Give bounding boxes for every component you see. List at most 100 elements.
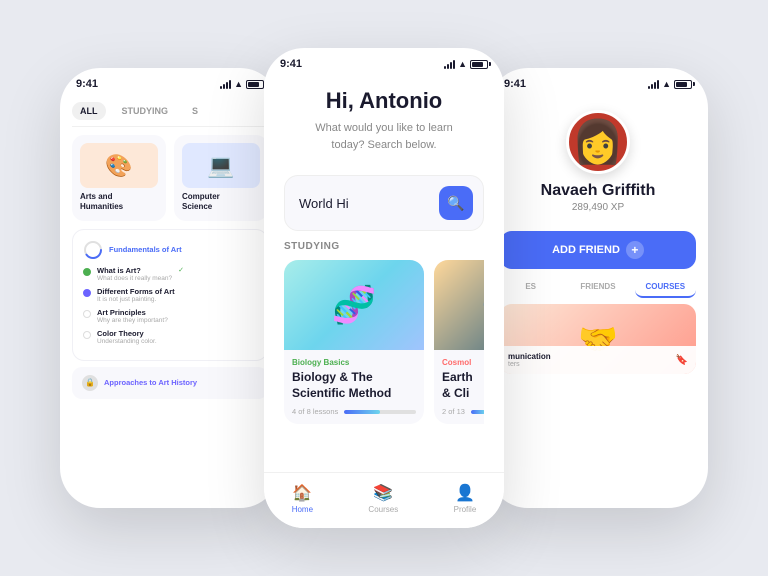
course-thumbnail[interactable]: 🤝 munication ters 🔖 <box>500 304 696 374</box>
profile-section: 👩 Navaeh Griffith 289,490 XP <box>500 94 696 223</box>
lesson-sub-1: What does it really mean? <box>97 275 172 282</box>
search-input[interactable]: World Hi <box>299 196 439 211</box>
greeting-section: Hi, Antonio What would you like to learn… <box>284 74 484 165</box>
signal-icon-right <box>648 80 659 89</box>
courses-label: Courses <box>368 505 398 514</box>
course-card-cs[interactable]: 💻 ComputerScience <box>174 135 268 221</box>
lesson-sub-3: Why are they important? <box>97 317 168 324</box>
profile-tab-courses[interactable]: COURSES <box>635 277 696 298</box>
study-card-bio[interactable]: 🧬 Biology Basics Biology & TheScientific… <box>284 260 424 424</box>
studying-cards: 🧬 Biology Basics Biology & TheScientific… <box>284 260 484 424</box>
arts-card-title: Arts andHumanities <box>80 192 158 213</box>
search-bar[interactable]: World Hi 🔍 <box>284 175 484 231</box>
left-phone-content: ALL STUDYING S 🎨 Arts andHumanities 💻 Co… <box>60 102 280 399</box>
lesson-sub-2: It is not just painting. <box>97 296 175 303</box>
plus-icon: + <box>626 241 644 259</box>
avatar: 👩 <box>566 110 630 174</box>
greeting-title: Hi, Antonio <box>284 88 484 114</box>
add-friend-label: ADD FRIEND <box>552 244 620 256</box>
lesson-title-2: Different Forms of Art <box>97 287 175 296</box>
home-label: Home <box>292 505 313 514</box>
nav-courses[interactable]: 📚 Courses <box>368 483 398 514</box>
signal-icon-center <box>444 60 455 69</box>
lesson-title-4: Color Theory <box>97 329 157 338</box>
tab-all[interactable]: ALL <box>72 102 106 120</box>
phone-center: 9:41 ▲ Hi, Antonio What would you like t… <box>264 48 504 528</box>
lesson-dot-3 <box>83 310 91 318</box>
tab-bar-left[interactable]: ALL STUDYING S <box>72 102 268 127</box>
bookmark-icon[interactable]: 🔖 <box>676 355 688 366</box>
cosmo-progress-fill <box>471 410 484 414</box>
lesson-item-2[interactable]: Different Forms of Art It is not just pa… <box>83 287 257 303</box>
battery-icon-left <box>246 80 264 89</box>
lesson-dot-active <box>83 289 91 297</box>
nav-home[interactable]: 🏠 Home <box>292 483 313 514</box>
status-bar-left: 9:41 ▲ <box>60 68 280 94</box>
status-bar-right: 9:41 ▲ <box>488 68 708 94</box>
course-cards-row: 🎨 Arts andHumanities 💻 ComputerScience <box>72 135 268 221</box>
tab-s[interactable]: S <box>184 102 206 120</box>
lesson-section: Fundamentals of Art What is Art? What do… <box>72 229 268 361</box>
course-card-arts[interactable]: 🎨 Arts andHumanities <box>72 135 166 221</box>
phone-right: 9:41 ▲ 👩 Navaeh Griffith 289,490 XP ADD … <box>488 68 708 508</box>
profile-tabs[interactable]: ES FRIENDS COURSES <box>500 277 696 298</box>
bio-progress-fill <box>344 410 380 414</box>
profile-xp: 289,490 XP <box>572 202 624 213</box>
add-friend-button[interactable]: ADD FRIEND + <box>500 231 696 269</box>
status-icons-center: ▲ <box>444 59 488 69</box>
status-icons-left: ▲ <box>220 79 264 89</box>
nav-profile[interactable]: 👤 Profile <box>454 483 477 514</box>
lesson-item-3[interactable]: Art Principles Why are they important? <box>83 308 257 324</box>
profile-icon: 👤 <box>455 483 475 503</box>
locked-section[interactable]: 🔒 Approaches to Art History <box>72 367 268 399</box>
cs-card-image: 💻 <box>182 143 260 188</box>
lesson-item-4[interactable]: Color Theory Understanding color. <box>83 329 257 345</box>
lesson-section-header: Fundamentals of Art <box>83 240 257 260</box>
signal-icon-left <box>220 80 231 89</box>
bio-lessons-text: 4 of 8 lessons <box>292 407 338 416</box>
study-card-cosmo[interactable]: 🌍 Cosmol Earth& Cli 2 of 13 <box>434 260 484 424</box>
status-icons-right: ▲ <box>648 79 692 89</box>
time-right: 9:41 <box>504 78 526 90</box>
cs-card-title: ComputerScience <box>182 192 260 213</box>
profile-tab-friends[interactable]: FRIENDS <box>567 277 628 298</box>
greeting-subtitle: What would you like to learntoday? Searc… <box>284 120 484 153</box>
lesson-sub-4: Understanding color. <box>97 338 157 345</box>
arts-card-image: 🎨 <box>80 143 158 188</box>
course-thumb-title: munication <box>508 352 551 361</box>
right-phone-content: 👩 Navaeh Griffith 289,490 XP ADD FRIEND … <box>488 94 708 374</box>
search-button[interactable]: 🔍 <box>439 186 473 220</box>
progress-ring-icon <box>83 240 103 260</box>
profile-tab-es[interactable]: ES <box>500 277 561 298</box>
profile-label: Profile <box>454 505 477 514</box>
lesson-dot-completed <box>83 268 91 276</box>
lock-icon: 🔒 <box>82 375 98 391</box>
section-name: Fundamentals of Art <box>109 245 182 254</box>
lesson-dot-4 <box>83 331 91 339</box>
cosmo-title: Earth& Cli <box>442 370 484 401</box>
bio-title: Biology & TheScientific Method <box>292 370 416 401</box>
phone-left: 9:41 ▲ ALL STUDYING S 🎨 Ar <box>60 68 280 508</box>
status-bar-center: 9:41 ▲ <box>264 48 504 74</box>
battery-icon-right <box>674 80 692 89</box>
bio-card-image: 🧬 <box>284 260 424 350</box>
center-content: Hi, Antonio What would you like to learn… <box>264 74 504 424</box>
tab-studying[interactable]: STUDYING <box>114 102 177 120</box>
time-left: 9:41 <box>76 78 98 90</box>
lesson-title-1: What is Art? <box>97 266 172 275</box>
cosmo-category: Cosmol <box>442 358 484 367</box>
cosmo-card-image: 🌍 <box>434 260 484 350</box>
profile-name: Navaeh Griffith <box>541 182 656 200</box>
search-icon: 🔍 <box>447 195 464 212</box>
wifi-icon-left: ▲ <box>234 79 243 89</box>
wifi-icon-right: ▲ <box>662 79 671 89</box>
time-center: 9:41 <box>280 58 302 70</box>
wifi-icon-center: ▲ <box>458 59 467 69</box>
check-icon-1: ✓ <box>178 266 184 274</box>
lesson-item-1[interactable]: What is Art? What does it really mean? ✓ <box>83 266 257 282</box>
cosmo-lessons-text: 2 of 13 <box>442 407 465 416</box>
cosmo-progress-bar <box>471 410 484 414</box>
courses-icon: 📚 <box>373 483 393 503</box>
studying-section-label: STUDYING <box>284 241 484 252</box>
home-icon: 🏠 <box>292 483 312 503</box>
